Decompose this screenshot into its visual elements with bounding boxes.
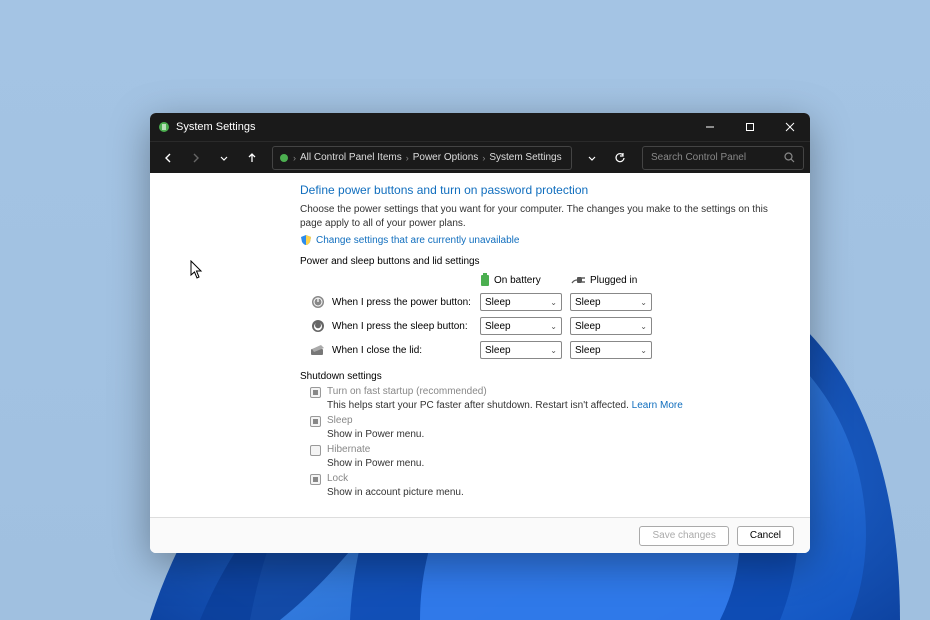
recent-button[interactable] (212, 146, 236, 170)
page-description: Choose the power settings that you want … (300, 203, 770, 230)
breadcrumb-history-button[interactable] (580, 146, 604, 170)
forward-button[interactable] (184, 146, 208, 170)
window-title: System Settings (176, 121, 690, 133)
power-button-plugged-select[interactable]: Sleep⌄ (570, 293, 652, 311)
hibernate-sub: Show in Power menu. (327, 458, 770, 469)
hibernate-checkbox[interactable] (310, 445, 321, 456)
learn-more-link[interactable]: Learn More (632, 400, 683, 411)
chevron-down-icon: ⌄ (550, 322, 557, 331)
search-placeholder: Search Control Panel (651, 152, 784, 163)
shield-icon (300, 234, 312, 246)
power-row-lid: When I close the lid: Sleep⌄ Sleep⌄ (310, 341, 770, 359)
chevron-down-icon: ⌄ (640, 346, 647, 355)
lid-plugged-select[interactable]: Sleep⌄ (570, 341, 652, 359)
lid-icon (310, 342, 326, 358)
breadcrumb[interactable]: › All Control Panel Items › Power Option… (272, 146, 572, 170)
minimize-button[interactable] (690, 113, 730, 141)
refresh-button[interactable] (608, 146, 632, 170)
chevron-down-icon: ⌄ (640, 298, 647, 307)
fast-startup-label: Turn on fast startup (recommended) (327, 386, 487, 397)
col-battery: On battery (480, 273, 570, 287)
lock-sub: Show in account picture menu. (327, 487, 770, 498)
content-area: Define power buttons and turn on passwor… (150, 173, 810, 517)
power-table: On battery Plugged in When I press the p… (310, 273, 770, 359)
close-button[interactable] (770, 113, 810, 141)
control-panel-window: System Settings › All Control Panel Item… (150, 113, 810, 553)
search-icon (784, 152, 795, 163)
cancel-button[interactable]: Cancel (737, 526, 794, 546)
chevron-down-icon: ⌄ (550, 298, 557, 307)
power-button-icon (310, 294, 326, 310)
shutdown-section: Shutdown settings Turn on fast startup (… (300, 371, 770, 498)
up-button[interactable] (240, 146, 264, 170)
maximize-button[interactable] (730, 113, 770, 141)
lock-label: Lock (327, 473, 348, 484)
back-button[interactable] (156, 146, 180, 170)
navbar: › All Control Panel Items › Power Option… (150, 141, 810, 173)
chevron-right-icon: › (293, 153, 296, 163)
search-input[interactable]: Search Control Panel (642, 146, 804, 170)
fast-startup-checkbox[interactable] (310, 387, 321, 398)
app-icon (158, 121, 170, 133)
breadcrumb-item[interactable]: System Settings (489, 152, 561, 163)
chevron-down-icon: ⌄ (550, 346, 557, 355)
hibernate-label: Hibernate (327, 444, 370, 455)
lock-checkbox[interactable] (310, 474, 321, 485)
chevron-down-icon: ⌄ (640, 322, 647, 331)
power-row-sleep-button: When I press the sleep button: Sleep⌄ Sl… (310, 317, 770, 335)
section-power-title: Power and sleep buttons and lid settings (300, 256, 770, 267)
breadcrumb-item[interactable]: Power Options (413, 152, 479, 163)
sleep-button-battery-select[interactable]: Sleep⌄ (480, 317, 562, 335)
plug-icon (570, 275, 586, 285)
breadcrumb-item[interactable]: All Control Panel Items (300, 152, 402, 163)
save-button[interactable]: Save changes (639, 526, 728, 546)
sleep-checkbox[interactable] (310, 416, 321, 427)
battery-icon (480, 273, 490, 287)
section-shutdown-title: Shutdown settings (300, 371, 770, 382)
titlebar: System Settings (150, 113, 810, 141)
page-heading: Define power buttons and turn on passwor… (300, 183, 770, 197)
sleep-button-plugged-select[interactable]: Sleep⌄ (570, 317, 652, 335)
lid-battery-select[interactable]: Sleep⌄ (480, 341, 562, 359)
sleep-button-icon (310, 318, 326, 334)
sleep-sub: Show in Power menu. (327, 429, 770, 440)
col-plugged: Plugged in (570, 275, 660, 286)
chevron-right-icon: › (482, 153, 485, 163)
footer: Save changes Cancel (150, 517, 810, 553)
chevron-right-icon: › (406, 153, 409, 163)
power-button-battery-select[interactable]: Sleep⌄ (480, 293, 562, 311)
fast-startup-sub: This helps start your PC faster after sh… (327, 400, 770, 411)
breadcrumb-icon (279, 153, 289, 163)
power-row-power-button: When I press the power button: Sleep⌄ Sl… (310, 293, 770, 311)
change-settings-link[interactable]: Change settings that are currently unava… (316, 235, 519, 246)
sleep-label: Sleep (327, 415, 353, 426)
